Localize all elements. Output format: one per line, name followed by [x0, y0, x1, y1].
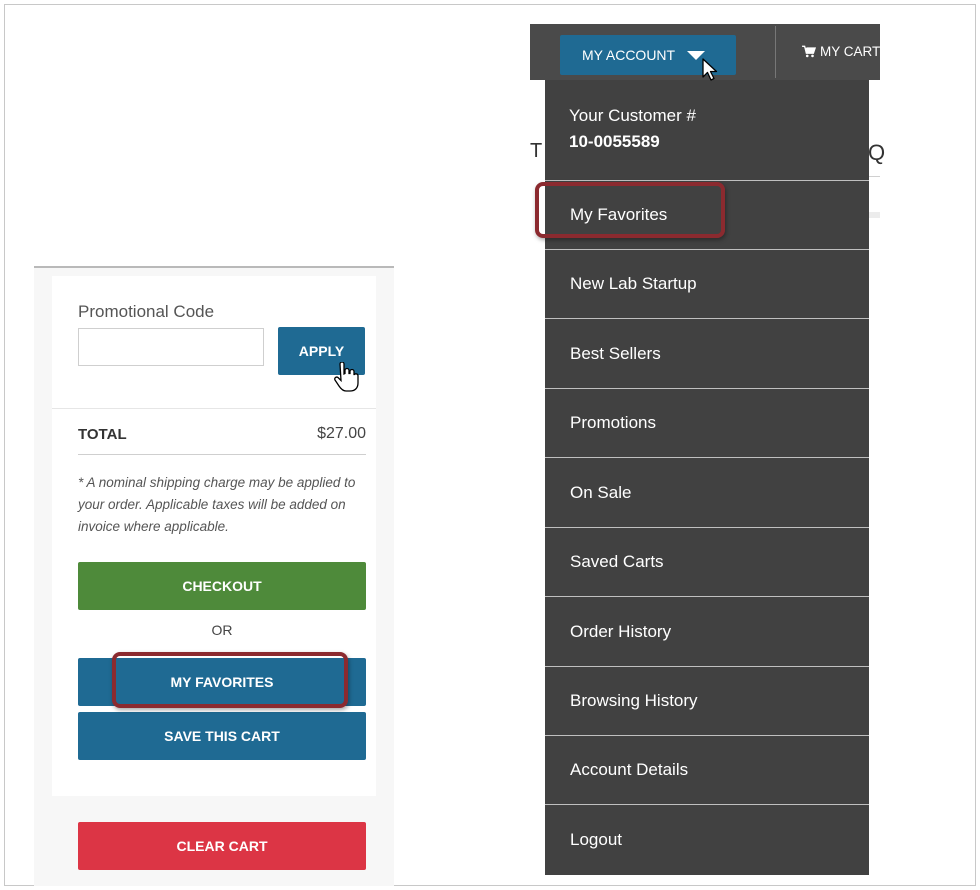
menu-item-browsing-history[interactable]: Browsing History	[545, 667, 869, 736]
background-band	[868, 212, 880, 218]
checkout-button[interactable]: CHECKOUT	[78, 562, 366, 610]
menu-item-order-history[interactable]: Order History	[545, 598, 869, 667]
clear-cart-button[interactable]: CLEAR CART	[78, 822, 366, 870]
cart-icon	[802, 45, 816, 58]
customer-number-value: 10-0055589	[569, 132, 660, 151]
panel-top-border	[34, 266, 394, 268]
menu-item-on-sale[interactable]: On Sale	[545, 459, 869, 528]
header-divider	[775, 26, 776, 78]
total-value: $27.00	[317, 425, 366, 442]
menu-item-account-details[interactable]: Account Details	[545, 736, 869, 805]
my-account-label: MY ACCOUNT	[582, 47, 676, 63]
cart-summary-panel: Promotional Code APPLY TOTAL $27.00 * A …	[34, 266, 394, 886]
shipping-note: * A nominal shipping charge may be appli…	[78, 475, 356, 534]
menu-item-best-sellers[interactable]: Best Sellers	[545, 320, 869, 389]
menu-item-logout[interactable]: Logout	[545, 805, 869, 874]
customer-number-block: Your Customer # 10-0055589	[545, 80, 869, 181]
customer-number-label: Your Customer #	[569, 106, 696, 125]
my-favorites-highlight-box	[112, 652, 348, 708]
menu-favorites-highlight-box	[535, 182, 725, 238]
promo-code-input[interactable]	[78, 328, 264, 366]
caret-down-icon	[687, 50, 706, 60]
divider	[78, 454, 366, 455]
save-this-cart-button[interactable]: SAVE THIS CART	[78, 712, 366, 760]
divider	[52, 408, 376, 409]
my-cart-label: MY CART	[820, 44, 881, 59]
menu-item-promotions[interactable]: Promotions	[545, 389, 869, 458]
my-cart-link[interactable]: MY CART	[802, 44, 880, 59]
total-label: TOTAL	[78, 426, 127, 443]
apply-button[interactable]: APPLY	[278, 327, 365, 375]
background-text-fragment: T	[530, 140, 543, 162]
my-account-button[interactable]: MY ACCOUNT	[560, 35, 736, 75]
menu-item-new-lab-startup[interactable]: New Lab Startup	[545, 250, 869, 319]
menu-item-saved-carts[interactable]: Saved Carts	[545, 528, 869, 597]
background-divider	[868, 176, 880, 177]
background-search-fragment: Q	[868, 140, 886, 165]
or-separator: OR	[211, 622, 233, 638]
promo-code-label: Promotional Code	[78, 302, 215, 321]
